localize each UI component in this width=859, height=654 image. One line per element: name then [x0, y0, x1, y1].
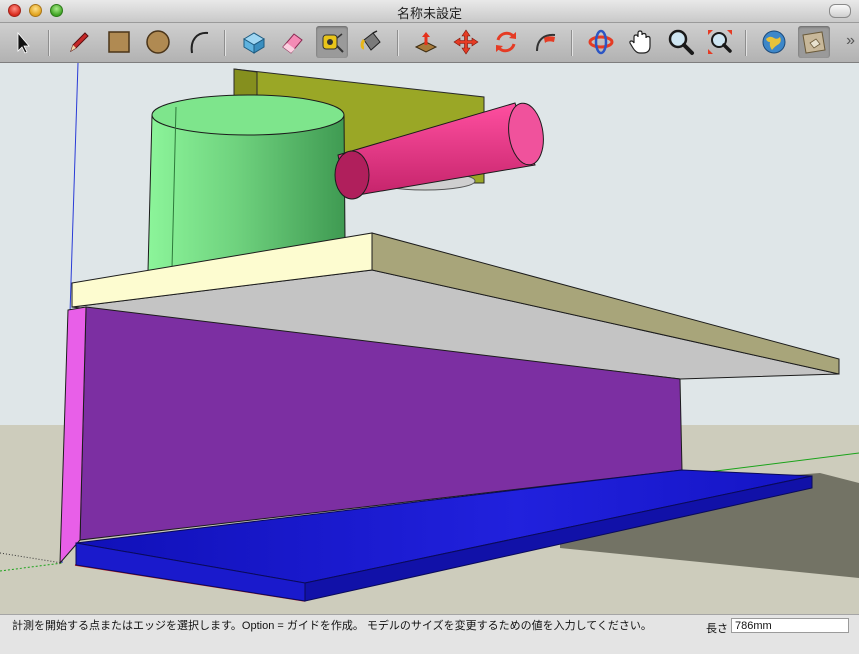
sketchup-window: 名称未設定 » 計測を開始する点またはエッジを選択します。Option = ガイ… [0, 0, 859, 654]
rectangle-icon [108, 31, 130, 53]
share-model-tool[interactable] [798, 26, 830, 58]
orbit-icon [588, 29, 614, 55]
model-viewport[interactable] [0, 63, 859, 614]
component-icon [243, 32, 265, 54]
tape-measure-icon [322, 33, 344, 53]
globe-icon [762, 30, 786, 54]
status-hint: 計測を開始する点またはエッジを選択します。Option = ガイドを作成。 モデ… [12, 620, 652, 632]
rotate-icon [496, 31, 516, 53]
main-toolbar: » [0, 23, 859, 63]
circle-icon [146, 30, 170, 54]
rotate-tool[interactable] [490, 26, 522, 58]
zoom-tool[interactable] [665, 26, 697, 58]
eraser-tool[interactable] [276, 26, 308, 58]
zoom-extents-icon [708, 30, 732, 54]
select-tool[interactable] [6, 26, 38, 58]
follow-me-tool[interactable] [530, 26, 562, 58]
share-model-icon [802, 31, 826, 54]
move-icon [453, 29, 479, 55]
pan-tool[interactable] [625, 26, 657, 58]
move-tool[interactable] [450, 26, 482, 58]
make-component-tool[interactable] [238, 26, 270, 58]
toolbar-toggle-button[interactable] [829, 4, 851, 18]
toolbar-overflow-icon[interactable]: » [846, 32, 855, 50]
3d-model-scene[interactable] [0, 63, 859, 614]
arc-icon [190, 31, 209, 54]
zoom-extents-tool[interactable] [704, 26, 736, 58]
circle-tool[interactable] [142, 26, 174, 58]
arrow-icon [17, 31, 30, 54]
paint-bucket-icon [360, 30, 381, 51]
push-pull-tool[interactable] [410, 26, 442, 58]
orbit-tool[interactable] [585, 26, 617, 58]
arc-tool[interactable] [183, 26, 215, 58]
eraser-icon [282, 33, 303, 54]
measurement-label: 長さ [706, 623, 728, 635]
pencil-icon [70, 32, 89, 53]
title-bar: 名称未設定 [0, 0, 859, 23]
pink-cylinder-end [334, 150, 370, 200]
follow-me-icon [536, 33, 556, 52]
push-pull-icon [414, 32, 438, 53]
magnifier-icon [668, 29, 694, 55]
rectangle-tool[interactable] [103, 26, 135, 58]
green-cylinder-top [151, 94, 345, 136]
window-title: 名称未設定 [396, 6, 462, 21]
paint-bucket-tool[interactable] [355, 26, 387, 58]
status-bar: 計測を開始する点またはエッジを選択します。Option = ガイドを作成。 モデ… [0, 614, 859, 654]
measurement-input[interactable] [731, 618, 849, 633]
get-models-tool[interactable] [758, 26, 790, 58]
tape-measure-tool[interactable] [316, 26, 348, 58]
pencil-tool[interactable] [62, 26, 94, 58]
hand-icon [629, 30, 651, 54]
